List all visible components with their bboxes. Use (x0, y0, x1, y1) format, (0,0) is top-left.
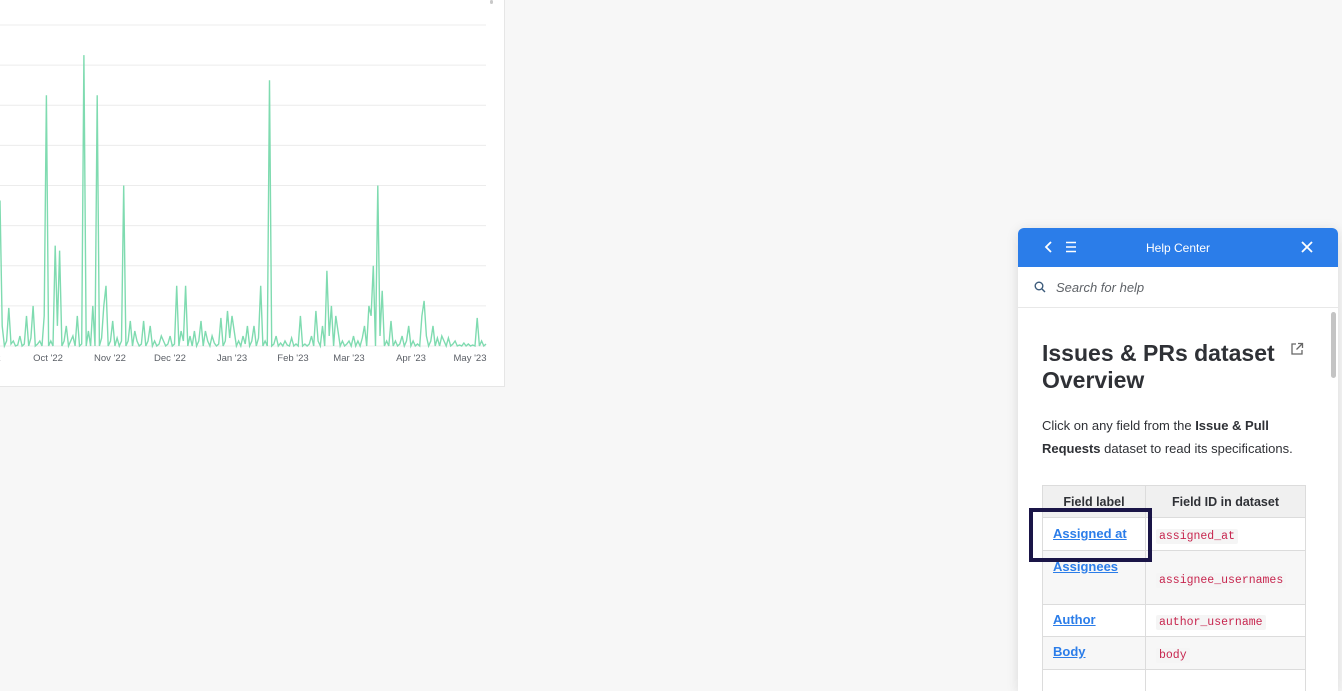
field-id-code: body (1156, 648, 1190, 663)
table-row: Body body (1042, 636, 1306, 670)
menu-button[interactable] (1060, 236, 1082, 258)
help-search-input[interactable] (1054, 278, 1308, 296)
field-link-assigned-at[interactable]: Assigned at (1053, 526, 1127, 541)
help-header: Help Center (1018, 228, 1338, 267)
article-title: Issues & PRs dataset Overview (1042, 340, 1275, 393)
column-header-field-id: Field ID in dataset (1145, 485, 1306, 518)
x-tick-label: Apr '23 (396, 353, 426, 364)
help-search-row (1018, 267, 1338, 308)
help-center-title: Help Center (1145, 240, 1211, 255)
x-tick-label: May '23 (454, 353, 487, 364)
table-header-row: Field label Field ID in dataset (1042, 485, 1306, 518)
table-row: Assigned at assigned_at (1042, 517, 1306, 551)
field-label-cell: Body (1042, 636, 1146, 670)
x-tick-label: Dec '22 (154, 353, 186, 364)
search-icon (1034, 281, 1046, 293)
timeline-chart: 2 Oct '22 Nov '22 Dec '22 Jan '23 Feb '23 Mar … (0, 24, 487, 364)
timeline-chart-card: 2 Oct '22 Nov '22 Dec '22 Jan '23 Feb '23 Mar … (0, 0, 505, 387)
x-axis-ticks: 2 Oct '22 Nov '22 Dec '22 Jan '23 Feb '23 Mar … (0, 353, 486, 364)
help-center-panel: Help Center Issues & PRs dataset Overvie… (1018, 228, 1338, 691)
field-label-cell: Assignees (1042, 550, 1146, 605)
field-id-code: author_username (1156, 615, 1266, 630)
intro-suffix: dataset to read its specifications. (1100, 441, 1293, 456)
card-menu-handle[interactable] (490, 0, 493, 4)
column-header-field-label: Field label (1042, 485, 1146, 518)
chevron-left-icon (1044, 241, 1052, 253)
field-label-cell: Assigned at (1042, 517, 1146, 551)
field-id-code: assignee_usernames (1156, 573, 1287, 588)
fields-table: Field label Field ID in dataset Assigned… (1042, 485, 1306, 691)
field-id-cell: body (1145, 636, 1306, 670)
close-button[interactable] (1296, 236, 1318, 258)
series-line (0, 55, 487, 349)
x-tick-label: Oct '22 (33, 353, 63, 364)
x-tick-label: Nov '22 (94, 353, 126, 364)
x-tick-label: Mar '23 (333, 353, 364, 364)
table-row: Assignees assignee_usernames (1042, 550, 1306, 605)
field-link-body[interactable]: Body (1053, 644, 1086, 659)
field-label-cell (1042, 669, 1146, 691)
close-icon (1301, 241, 1313, 253)
table-row: Author author_username (1042, 604, 1306, 637)
intro-prefix: Click on any field from the (1042, 418, 1196, 433)
external-link-icon (1291, 342, 1304, 355)
field-id-code: assigned_at (1156, 529, 1238, 544)
article-intro: Click on any field from the Issue & Pull… (1042, 414, 1312, 460)
x-tick-label: Feb '23 (277, 353, 308, 364)
field-link-author[interactable]: Author (1053, 612, 1096, 627)
open-external-button[interactable] (1290, 342, 1306, 358)
chart-grid (0, 24, 486, 347)
field-id-cell (1145, 669, 1306, 691)
back-button[interactable] (1038, 236, 1060, 258)
menu-icon (1066, 241, 1076, 253)
help-scrollbar-thumb[interactable] (1331, 312, 1336, 378)
x-tick-label: Jan '23 (217, 353, 247, 364)
field-id-cell: assigned_at (1145, 517, 1306, 551)
table-row (1042, 669, 1306, 691)
x-tick-label: 2 (0, 353, 1, 364)
help-article: Issues & PRs dataset Overview Click on a… (1018, 308, 1338, 691)
field-link-assignees[interactable]: Assignees (1053, 559, 1118, 574)
field-id-cell: author_username (1145, 604, 1306, 637)
field-id-cell: assignee_usernames (1145, 550, 1306, 605)
field-label-cell: Author (1042, 604, 1146, 637)
